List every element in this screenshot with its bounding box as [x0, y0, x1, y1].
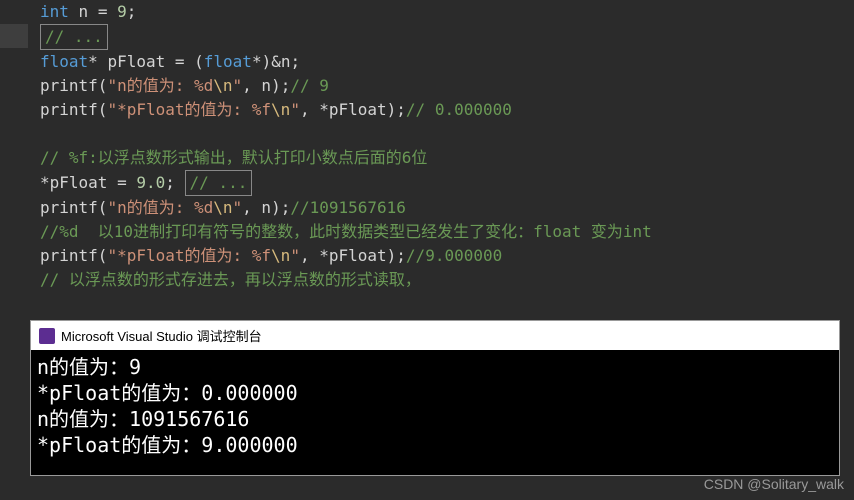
code-line: *pFloat = 9.0; // ...	[28, 170, 854, 196]
watermark: CSDN @Solitary_walk	[704, 476, 844, 492]
code-line: float* pFloat = (float*)&n;	[28, 50, 854, 74]
console-title-text: Microsoft Visual Studio 调试控制台	[61, 326, 262, 345]
vs-icon	[39, 328, 55, 344]
code-line: printf("n的值为: %d\n", n);//1091567616	[28, 196, 854, 220]
code-line: // ...	[28, 24, 854, 50]
console-line: n的值为：9	[37, 354, 833, 380]
code-line: int n = 9;	[28, 0, 854, 24]
boxed-comment: // ...	[185, 170, 253, 196]
gutter-highlight	[0, 24, 28, 48]
console-line: *pFloat的值为：0.000000	[37, 380, 833, 406]
console-output[interactable]: n的值为：9 *pFloat的值为：0.000000 n的值为：10915676…	[31, 350, 839, 475]
code-line: //%d 以10进制打印有符号的整数，此时数据类型已经发生了变化：float 变…	[28, 220, 854, 244]
console-titlebar[interactable]: Microsoft Visual Studio 调试控制台	[31, 321, 839, 350]
boxed-comment: // ...	[40, 24, 108, 50]
code-line: // %f:以浮点数形式输出，默认打印小数点后面的6位	[28, 146, 854, 170]
code-line: // 以浮点数的形式存进去，再以浮点数的形式读取，	[28, 268, 854, 292]
debug-console-window: Microsoft Visual Studio 调试控制台 n的值为：9 *pF…	[30, 320, 840, 476]
code-editor[interactable]: int n = 9; // ... float* pFloat = (float…	[0, 0, 854, 292]
console-line: n的值为：1091567616	[37, 406, 833, 432]
code-line: printf("*pFloat的值为: %f\n", *pFloat);// 0…	[28, 98, 854, 122]
code-line: printf("*pFloat的值为: %f\n", *pFloat);//9.…	[28, 244, 854, 268]
code-line	[28, 122, 854, 146]
code-line: printf("n的值为: %d\n", n);// 9	[28, 74, 854, 98]
console-line: *pFloat的值为：9.000000	[37, 432, 833, 458]
